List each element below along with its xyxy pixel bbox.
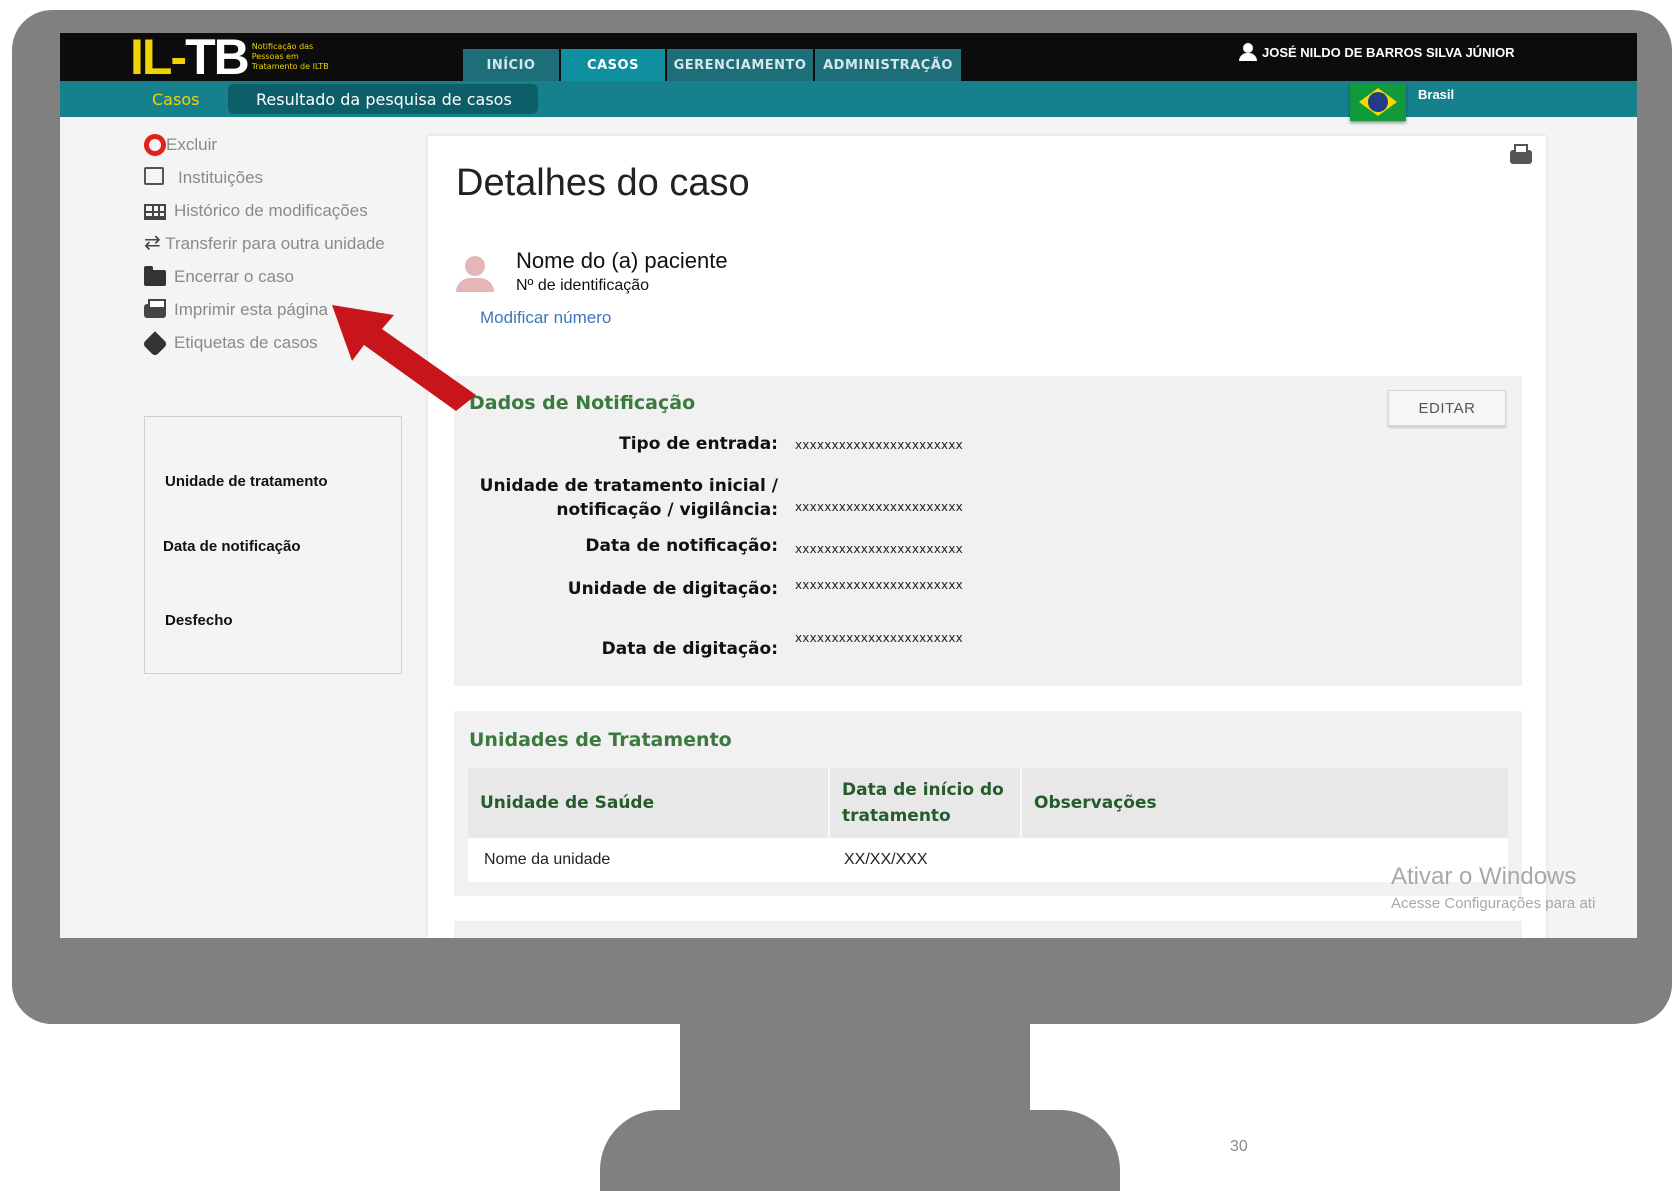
watermark-subtitle: Acesse Configurações para ati — [1391, 895, 1596, 912]
field-unidade-digitacao-label: Unidade de digitação: — [567, 579, 778, 599]
tab-inicio[interactable]: INÍCIO — [463, 49, 559, 81]
column-header: Data de início do tratamento — [828, 768, 1020, 838]
field-tipo-entrada-label: Tipo de entrada: — [619, 434, 778, 454]
table-icon — [144, 200, 166, 222]
column-header: Observações — [1020, 768, 1508, 838]
print-icon — [144, 299, 166, 321]
column-header: Unidade de Saúde — [480, 793, 655, 813]
main-nav: INÍCIO CASOS GERENCIAMENTO ADMINISTRAÇÃO — [463, 49, 961, 81]
cell-unit: Nome da unidade — [484, 851, 611, 868]
watermark-title: Ativar o Windows — [1391, 863, 1577, 890]
field-tipo-entrada-value: xxxxxxxxxxxxxxxxxxxxxxx — [795, 438, 963, 452]
sidebar-item-label: Transferir para outra unidade — [165, 234, 385, 253]
table-header: Unidade de Saúde Data de início do trata… — [468, 768, 1508, 838]
sidebar-item-label: Etiquetas de casos — [174, 333, 318, 352]
field-unidade-inicial-label-1: Unidade de tratamento inicial / — [479, 476, 778, 496]
field-data-digitacao-value: xxxxxxxxxxxxxxxxxxxxxxx — [795, 631, 963, 645]
logo-tagline: Notificação das Pessoas em Tratamento de… — [251, 42, 329, 71]
case-details-panel: Detalhes do caso Nome do (a) paciente Nº… — [428, 136, 1546, 938]
sidebar-item-encerrar[interactable]: Encerrar o caso — [144, 265, 394, 289]
sidebar-item-label: Excluir — [166, 135, 218, 154]
treatment-units-table: Unidade de Saúde Data de início do trata… — [468, 768, 1508, 882]
page-number: 30 — [1230, 1138, 1248, 1155]
user-icon — [1238, 43, 1258, 61]
field-unidade-digitacao-value: xxxxxxxxxxxxxxxxxxxxxxx — [795, 578, 963, 592]
slide: 30 IL-TB Notificação das Pessoas em Trat… — [0, 0, 1672, 1191]
case-summary-box: Unidade de tratamento Data de notificaçã… — [144, 416, 402, 674]
field-data-notificacao-label: Data de notificação: — [585, 536, 778, 556]
edit-button[interactable]: EDITAR — [1388, 390, 1506, 426]
user-menu[interactable]: JOSÉ NILDO DE BARROS SILVA JÚNIOR — [1238, 43, 1515, 61]
sidebar-item-label: Encerrar o caso — [174, 267, 294, 286]
red-arrow-annotation — [332, 305, 476, 411]
patient-id-label: Nº de identificação — [516, 277, 650, 294]
section-title: Unidades de Tratamento — [469, 729, 732, 751]
user-name: JOSÉ NILDO DE BARROS SILVA JÚNIOR — [1262, 44, 1515, 60]
sidebar-item-transferir[interactable]: ⇄ Transferir para outra unidade — [144, 232, 394, 256]
sidebar-item-label: Instituições — [178, 168, 264, 187]
cell-start-date: XX/XX/XXX — [844, 851, 928, 868]
sidebar-item-label: Histórico de modificações — [174, 201, 368, 220]
page-title: Detalhes do caso — [456, 162, 750, 204]
brazil-flag-icon — [1350, 83, 1406, 121]
sidebar-item-label: Imprimir esta página — [174, 300, 329, 319]
screen: IL-TB Notificação das Pessoas em Tratame… — [60, 33, 1637, 938]
field-data-notificacao-value: xxxxxxxxxxxxxxxxxxxxxxx — [795, 542, 963, 556]
notification-section: Dados de Notificação EDITAR Tipo de entr… — [454, 376, 1522, 686]
tab-gerenciamento[interactable]: GERENCIAMENTO — [667, 49, 813, 81]
summary-desfecho-label: Desfecho — [165, 612, 233, 629]
next-section — [454, 921, 1522, 938]
breadcrumb: Casos Resultado da pesquisa de casos Bra… — [60, 81, 1637, 121]
field-data-digitacao-label: Data de digitação: — [601, 639, 778, 659]
patient-name: Nome do (a) paciente — [516, 248, 728, 273]
windows-activation-watermark: Ativar o Windows Acesse Configurações pa… — [1391, 863, 1595, 912]
logo-mark: IL-TB — [130, 33, 250, 85]
transfer-icon: ⇄ — [144, 232, 161, 254]
patient-avatar-icon — [456, 256, 494, 296]
section-title: Dados de Notificação — [469, 392, 696, 414]
folder-icon — [144, 266, 166, 288]
summary-unidade-label: Unidade de tratamento — [165, 473, 328, 490]
country-selector[interactable]: Brasil — [1350, 81, 1454, 127]
sidebar-item-instituicoes[interactable]: Instituições — [144, 166, 394, 190]
table-row[interactable]: Nome da unidade XX/XX/XXX — [468, 838, 1508, 882]
breadcrumb-current[interactable]: Resultado da pesquisa de casos — [228, 84, 538, 114]
treatment-units-section: Unidades de Tratamento Unidade de Saúde … — [454, 711, 1522, 896]
breadcrumb-casos[interactable]: Casos — [152, 81, 199, 117]
tab-administracao[interactable]: ADMINISTRAÇÃO — [815, 49, 961, 81]
tag-icon — [142, 331, 168, 357]
summary-data-label: Data de notificação — [163, 538, 301, 555]
field-unidade-inicial-label-2: notificação / vigilância: — [556, 500, 778, 520]
tab-casos[interactable]: CASOS — [561, 49, 665, 81]
modify-number-link[interactable]: Modificar número — [480, 308, 611, 328]
monitor-base — [600, 1110, 1120, 1191]
field-unidade-inicial-value: xxxxxxxxxxxxxxxxxxxxxxx — [795, 500, 963, 514]
delete-circle-icon — [144, 134, 166, 156]
building-icon — [144, 167, 166, 189]
print-icon[interactable] — [1510, 144, 1532, 164]
country-name: Brasil — [1418, 87, 1455, 102]
sidebar-item-excluir[interactable]: Excluir — [144, 133, 394, 157]
sidebar-item-historico[interactable]: Histórico de modificações — [144, 199, 394, 223]
top-header: IL-TB Notificação das Pessoas em Tratame… — [60, 33, 1637, 85]
il-tb-logo[interactable]: IL-TB Notificação das Pessoas em Tratame… — [130, 33, 362, 85]
